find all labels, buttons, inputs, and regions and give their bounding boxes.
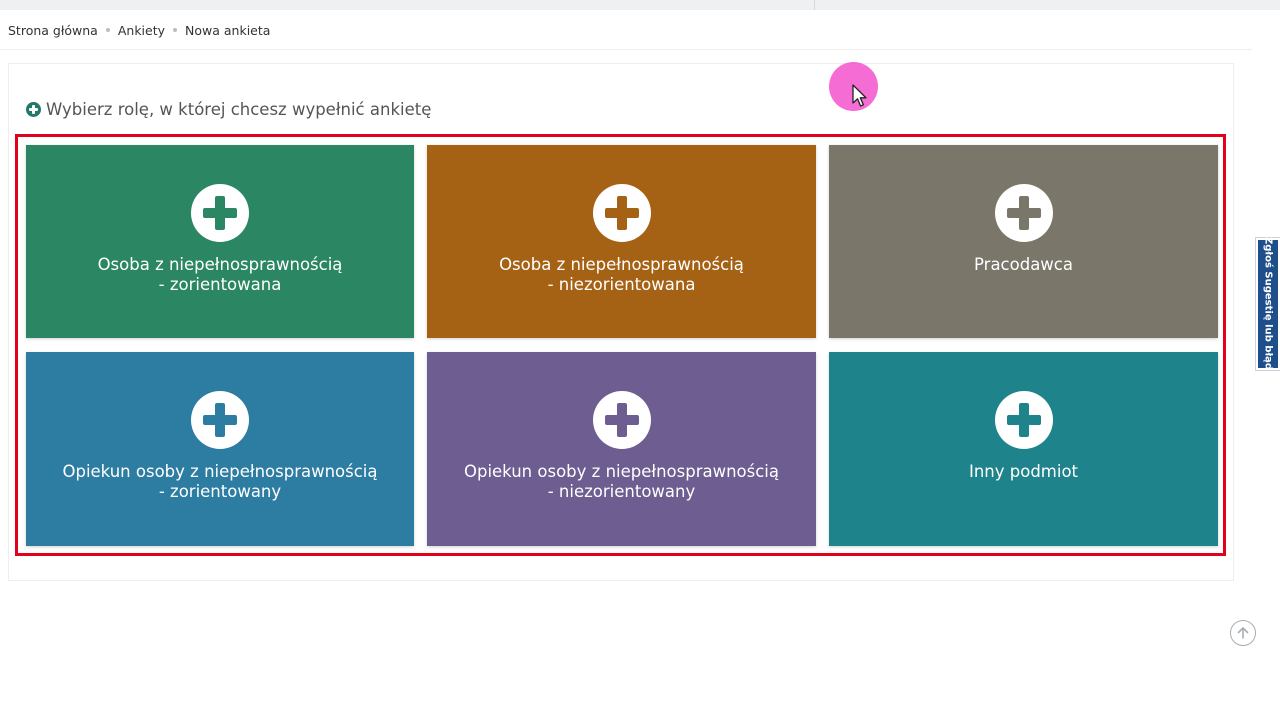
scroll-to-top-button[interactable] (1230, 620, 1256, 646)
role-grid: Osoba z niepełnosprawnością - zorientowa… (26, 145, 1218, 546)
breadcrumb-surveys-link[interactable]: Ankiety (118, 23, 165, 38)
feedback-tab-label: Zgłoś Sugestię lub błąd (1262, 237, 1274, 371)
role-tile-disabled-oriented[interactable]: Osoba z niepełnosprawnością - zorientowa… (26, 145, 414, 338)
role-tile-disabled-unoriented[interactable]: Osoba z niepełnosprawnością - niezorient… (427, 145, 816, 338)
role-tile-other-entity[interactable]: Inny podmiot (829, 352, 1218, 546)
plus-circle-icon (592, 391, 651, 449)
role-tile-caregiver-oriented[interactable]: Opiekun osoby z niepełnosprawnością - zo… (26, 352, 414, 546)
role-tile-caregiver-unoriented[interactable]: Opiekun osoby z niepełnosprawnością - ni… (427, 352, 816, 546)
feedback-tab[interactable]: Zgłoś Sugestię lub błąd (1256, 237, 1280, 371)
plus-circle-icon (994, 184, 1053, 242)
plus-circle-icon (994, 391, 1053, 449)
breadcrumb-separator (105, 28, 110, 32)
role-tile-label-line2: - zorientowany (158, 481, 282, 501)
role-tile-label-line2: - niezorientowana (547, 274, 696, 294)
role-tile-employer[interactable]: Pracodawca (829, 145, 1218, 338)
role-tile-label-line1: Inny podmiot (968, 462, 1079, 481)
role-tile-label: Pracodawca (829, 255, 1218, 275)
breadcrumb-separator (173, 28, 178, 32)
role-tile-label: Opiekun osoby z niepełnosprawnością - ni… (427, 462, 816, 501)
top-bar (0, 0, 1280, 10)
arrow-up-icon (1237, 627, 1249, 639)
breadcrumb-current: Nowa ankieta (185, 22, 271, 38)
top-bar-divider (814, 0, 815, 10)
plus-circle-icon (191, 391, 249, 449)
role-tile-label-line1: Osoba z niepełnosprawnością (97, 255, 343, 274)
role-tile-label-line2: - niezorientowany (547, 481, 696, 501)
breadcrumb: Strona główna Ankiety Nowa ankieta (8, 21, 270, 39)
role-tile-label: Opiekun osoby z niepełnosprawnością - zo… (26, 462, 414, 501)
section-title-text: Wybierz rolę, w której chcesz wypełnić a… (46, 99, 432, 119)
role-tile-label: Osoba z niepełnosprawnością - zorientowa… (26, 255, 414, 294)
role-tile-label-line1: Pracodawca (974, 255, 1073, 274)
section-title: Wybierz rolę, w której chcesz wypełnić a… (26, 98, 431, 120)
role-tile-label-line1: Opiekun osoby z niepełnosprawnością (62, 462, 378, 481)
plus-circle-icon (191, 184, 249, 242)
breadcrumb-home-link[interactable]: Strona główna (8, 23, 98, 38)
role-tile-label: Osoba z niepełnosprawnością - niezorient… (427, 255, 816, 294)
role-tile-label: Inny podmiot (829, 462, 1218, 482)
role-tile-label-line1: Opiekun osoby z niepełnosprawnością (463, 462, 779, 481)
role-tile-label-line2: - zorientowana (158, 274, 282, 294)
role-tile-label-line1: Osoba z niepełnosprawnością (499, 255, 744, 274)
mouse-pointer-icon (852, 84, 867, 107)
plus-circle-icon (592, 184, 651, 242)
breadcrumb-divider (0, 49, 1252, 50)
plus-circle-icon (26, 101, 41, 117)
